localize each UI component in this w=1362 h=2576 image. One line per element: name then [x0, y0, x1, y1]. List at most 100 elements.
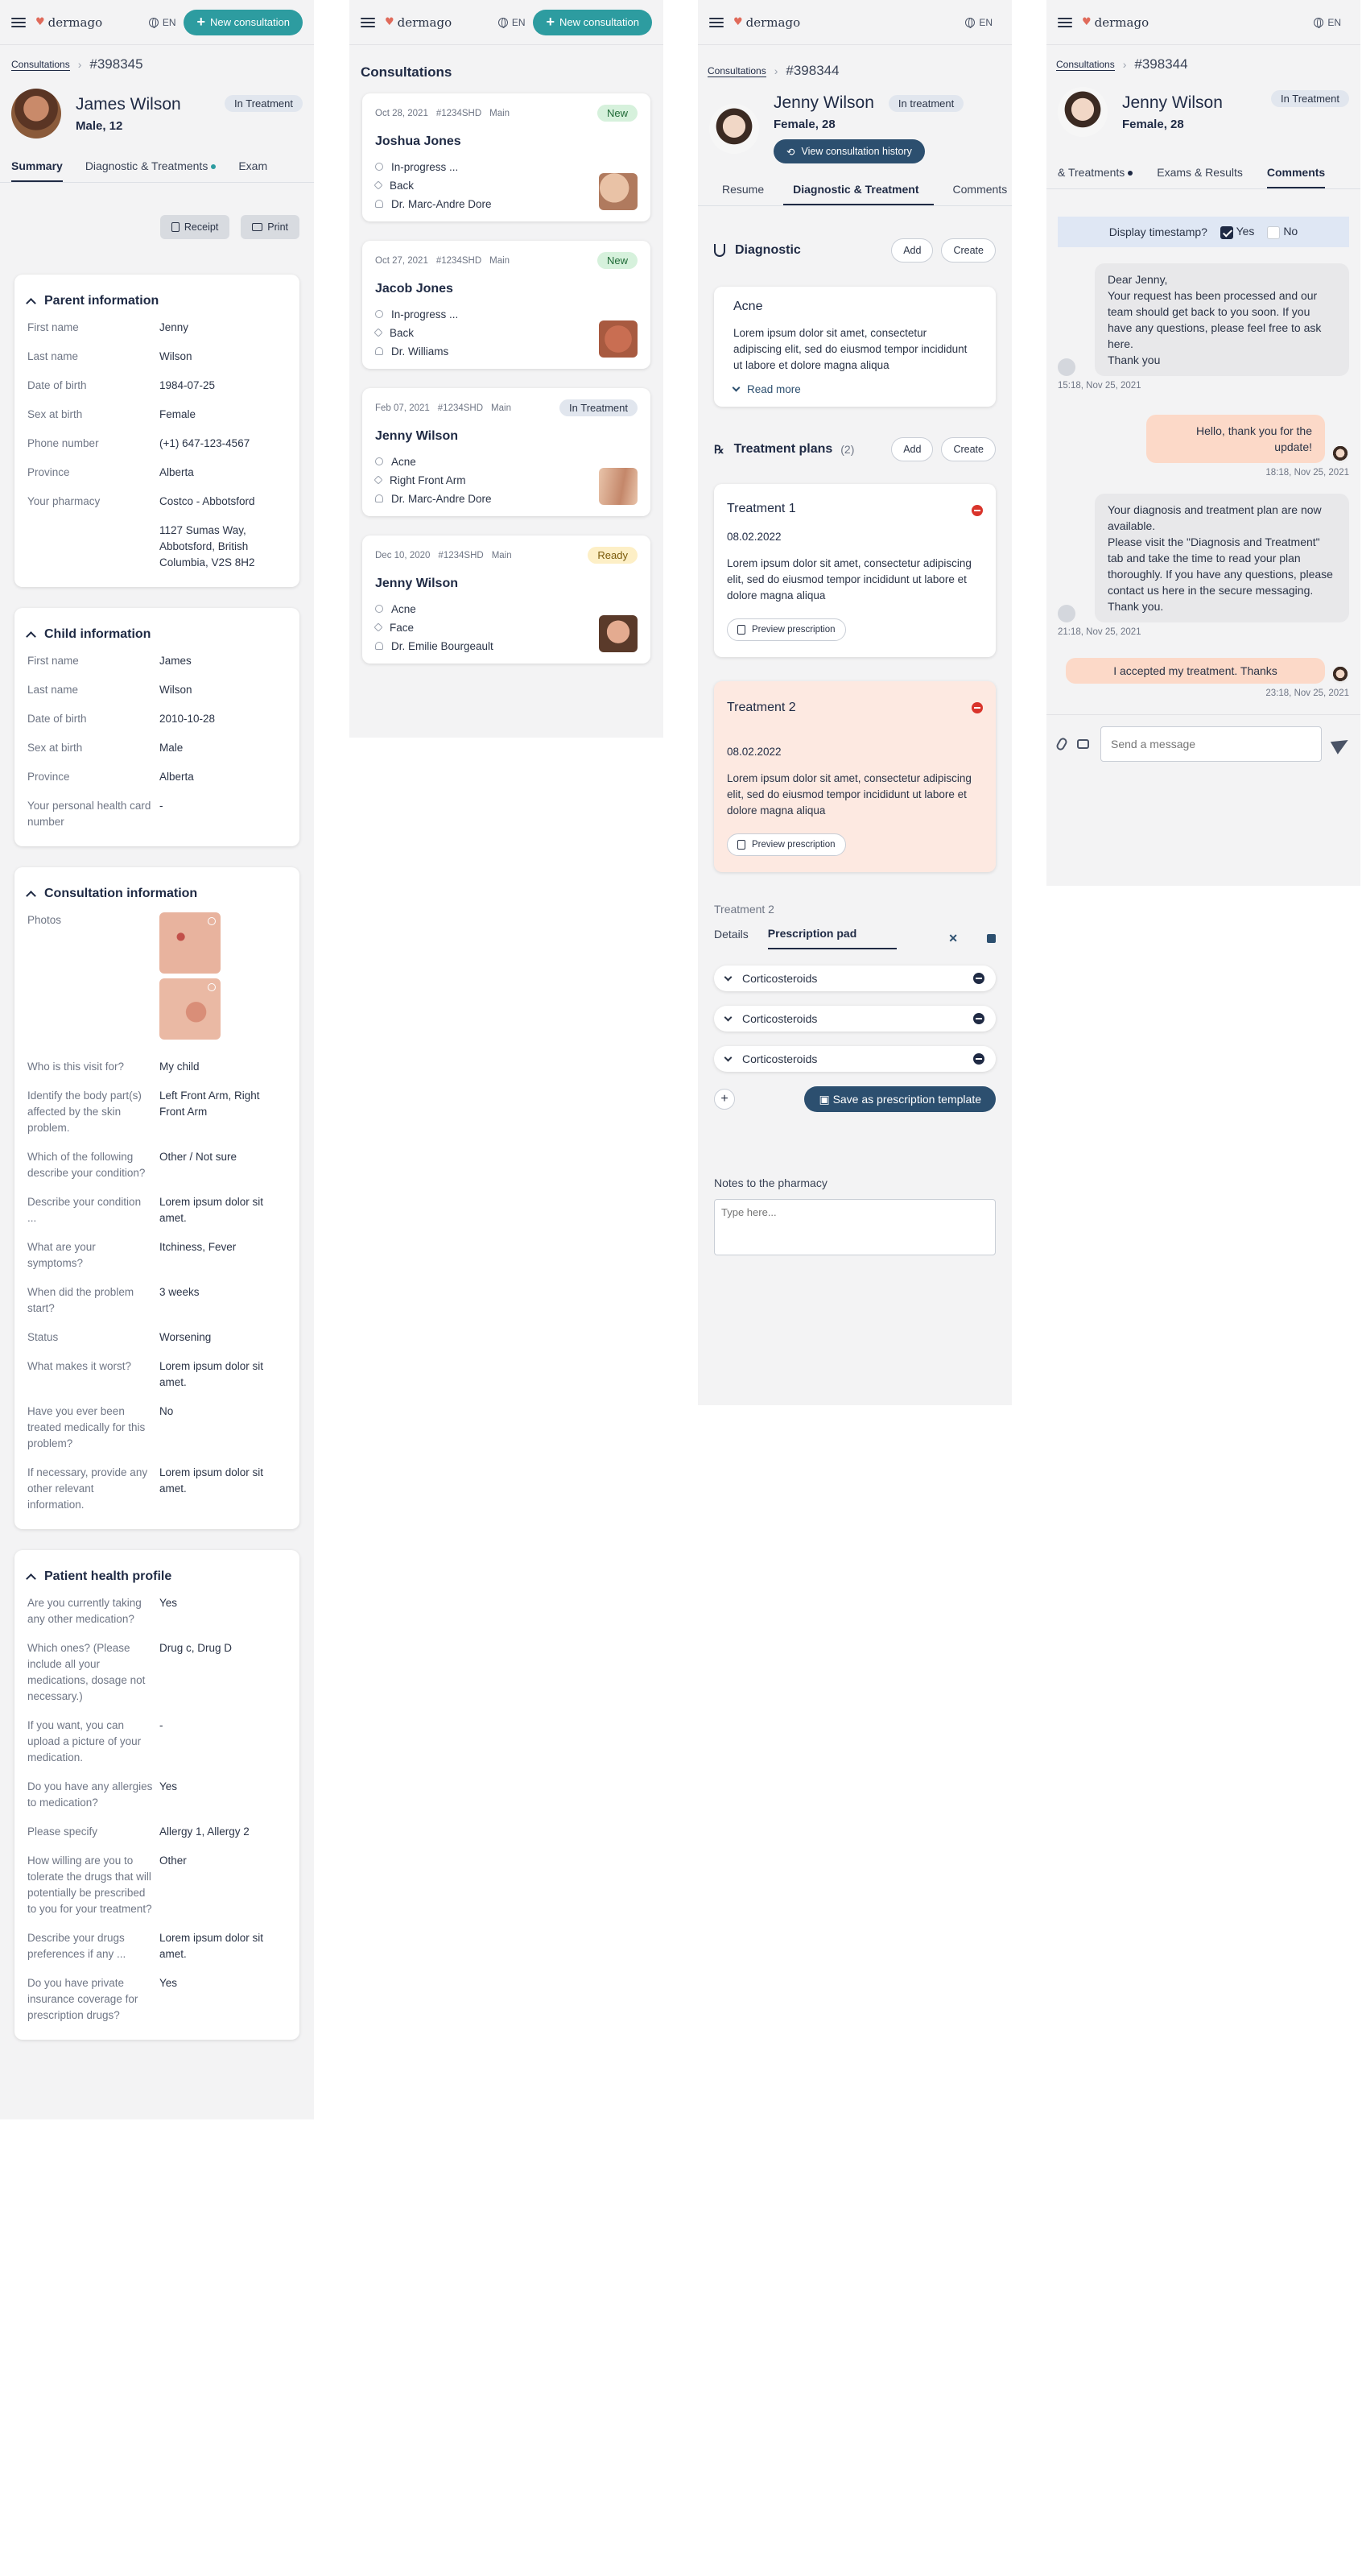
- new-consultation-button[interactable]: + New consultation: [184, 9, 303, 35]
- consultation-card[interactable]: Dec 10, 2020 #1234SHD Main Ready Jenny Wils…: [362, 535, 650, 664]
- info-row: What makes it worst? Lorem ipsum dolor si…: [27, 1358, 287, 1391]
- logo[interactable]: ♥ dermago: [35, 15, 102, 30]
- checkbox-icon[interactable]: [1267, 225, 1281, 239]
- plus-icon: +: [546, 14, 555, 30]
- section-header[interactable]: Consultation information: [26, 887, 287, 901]
- consultation-card[interactable]: Oct 28, 2021 #1234SHD Main New Joshua Jones…: [362, 93, 650, 221]
- consultation-photo[interactable]: [159, 978, 221, 1040]
- add-plan-button[interactable]: Add: [891, 437, 934, 461]
- logo[interactable]: ♥ dermago: [733, 15, 800, 30]
- chevron-right-icon: ›: [774, 64, 778, 77]
- tab-prescription-pad[interactable]: Prescription pad: [767, 927, 898, 949]
- tab-diagnostic-treatment[interactable]: Diagnostic & Treatment: [783, 183, 934, 205]
- preview-prescription-button[interactable]: Preview prescription: [727, 618, 846, 641]
- consultation-photo[interactable]: [159, 912, 221, 974]
- remove-icon[interactable]: [973, 1053, 984, 1065]
- remove-icon[interactable]: [972, 702, 983, 713]
- language-switch[interactable]: EN: [965, 17, 993, 28]
- top-bar: ♥ dermago EN: [1046, 0, 1360, 45]
- consultation-date: Oct 28, 2021: [375, 108, 428, 118]
- menu-icon[interactable]: [11, 17, 26, 27]
- breadcrumb-consultations-link[interactable]: Consultations: [1056, 59, 1115, 71]
- zoom-icon[interactable]: [208, 917, 216, 925]
- remove-icon[interactable]: [973, 973, 984, 984]
- info-label: Identify the body part(s) affected by th…: [27, 1090, 142, 1134]
- breadcrumb-consultations-link[interactable]: Consultations: [11, 59, 70, 71]
- add-diagnostic-button[interactable]: Add: [891, 238, 934, 263]
- notes-to-pharmacy-input[interactable]: [714, 1199, 996, 1255]
- message-bubble: Dear Jenny, Your request has been proces…: [1095, 263, 1349, 376]
- prescription-item[interactable]: Corticosteroids: [714, 1006, 996, 1032]
- tab-details[interactable]: Details: [714, 928, 749, 949]
- print-button[interactable]: Print: [241, 215, 299, 239]
- tab-diagnostic-treatments[interactable]: Diagnostic & Treatments: [85, 159, 217, 182]
- consultation-card[interactable]: Feb 07, 2021 #1234SHD Main In Treatment Jen…: [362, 388, 650, 516]
- info-label: Who is this visit for?: [27, 1061, 125, 1073]
- remove-icon[interactable]: [973, 1013, 984, 1024]
- camera-icon[interactable]: [1077, 739, 1089, 749]
- section-header[interactable]: Patient health profile: [26, 1569, 287, 1584]
- remove-icon[interactable]: [972, 505, 983, 516]
- timestamp-no-option[interactable]: No: [1267, 225, 1298, 239]
- status-badge: In Treatment: [559, 399, 638, 416]
- save-icon[interactable]: [987, 933, 996, 943]
- menu-icon[interactable]: [709, 17, 724, 27]
- prescription-item[interactable]: Corticosteroids: [714, 1046, 996, 1072]
- create-plan-button[interactable]: Create: [941, 437, 996, 461]
- breadcrumb-consultations-link[interactable]: Consultations: [708, 65, 766, 77]
- section-title: Parent information: [44, 294, 159, 308]
- close-icon[interactable]: ✕: [948, 932, 958, 945]
- checkbox-checked-icon[interactable]: [1220, 225, 1233, 239]
- tab-exams-results[interactable]: Exams & Results: [1157, 166, 1243, 188]
- language-switch[interactable]: EN: [497, 17, 525, 28]
- tab-comments[interactable]: Comments: [953, 183, 1008, 205]
- condition-text: In-progress ...: [391, 308, 459, 320]
- logo[interactable]: ♥ dermago: [385, 15, 452, 30]
- language-switch[interactable]: EN: [148, 17, 175, 28]
- patient-name: Jenny Wilson: [375, 577, 458, 590]
- panel-summary: ♥ dermago EN + New consultation Consultati…: [0, 0, 314, 2119]
- add-item-button[interactable]: +: [714, 1089, 735, 1110]
- tab-exam[interactable]: Exam: [238, 159, 267, 182]
- info-label: Date of birth: [27, 713, 87, 725]
- create-diagnostic-button[interactable]: Create: [941, 238, 996, 263]
- paperclip-icon[interactable]: [1055, 736, 1069, 752]
- notes-label: Notes to the pharmacy: [714, 1176, 828, 1189]
- save-template-button[interactable]: ▣ Save as prescription template: [804, 1086, 996, 1112]
- read-more-link[interactable]: Read more: [732, 383, 976, 395]
- info-row: First name James: [27, 653, 287, 669]
- message-input[interactable]: [1100, 726, 1322, 762]
- save-icon: ▣: [819, 1092, 833, 1106]
- zoom-icon[interactable]: [208, 983, 216, 991]
- treatment-card[interactable]: Treatment 2 08.02.2022 Lorem ipsum dolor…: [714, 681, 996, 872]
- section-header[interactable]: Child information: [26, 627, 287, 642]
- tab-summary[interactable]: Summary: [11, 159, 63, 182]
- patient-header: Jenny Wilson In treatment Female, 28 ⟲ Vie…: [698, 79, 1012, 163]
- logo[interactable]: ♥ dermago: [1082, 15, 1149, 30]
- message-timestamp: 21:18, Nov 25, 2021: [1058, 627, 1141, 637]
- timestamp-yes-option[interactable]: Yes: [1220, 225, 1254, 239]
- tab-resume[interactable]: Resume: [722, 183, 764, 205]
- consultation-card[interactable]: Oct 27, 2021 #1234SHD Main New Jacob Jones …: [362, 241, 650, 369]
- tab-comments[interactable]: Comments: [1266, 166, 1326, 188]
- info-label: If you want, you can upload a picture of…: [27, 1719, 142, 1764]
- info-row: Your personal health card number -: [27, 798, 287, 830]
- send-icon[interactable]: [1330, 734, 1352, 755]
- body-part-icon: [374, 475, 383, 485]
- consultation-type: Main: [489, 108, 510, 118]
- prescription-item-label: Corticosteroids: [742, 972, 818, 985]
- new-consultation-button[interactable]: + New consultation: [533, 9, 652, 35]
- section-header[interactable]: Parent information: [26, 294, 287, 308]
- prescription-item[interactable]: Corticosteroids: [714, 965, 996, 991]
- view-history-button[interactable]: ⟲ View consultation history: [774, 139, 925, 163]
- treatment-date: 08.02.2022: [727, 531, 782, 543]
- tab-diagnostic-treatments[interactable]: & Treatments: [1058, 166, 1133, 188]
- language-switch[interactable]: EN: [1314, 17, 1341, 28]
- treatment-card[interactable]: Treatment 1 08.02.2022 Lorem ipsum dolor…: [714, 484, 996, 657]
- menu-icon[interactable]: [1058, 17, 1072, 27]
- tab-label: Diagnostic & Treatments: [85, 159, 208, 172]
- menu-icon[interactable]: [361, 17, 375, 27]
- receipt-button[interactable]: Receipt: [159, 215, 230, 239]
- preview-prescription-button[interactable]: Preview prescription: [727, 833, 846, 856]
- patient-name: James Wilson: [76, 94, 181, 114]
